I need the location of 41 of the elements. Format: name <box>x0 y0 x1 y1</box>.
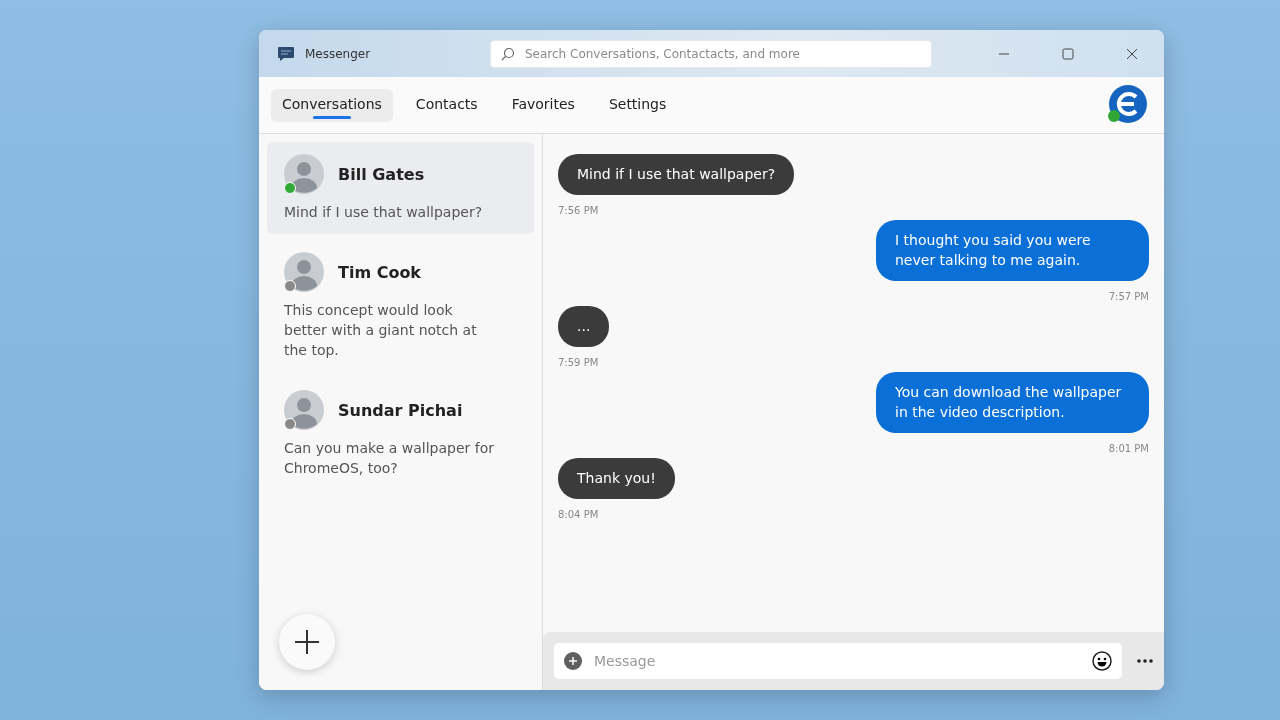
nav-tab[interactable]: Conversations <box>271 88 393 122</box>
search-field[interactable]: Search Conversations, Contactacts, and more <box>523 45 921 62</box>
conversation-item[interactable]: Sundar Pichai Can you make a wallpaper for ChromeOS, too? <box>267 378 534 490</box>
conversation-item[interactable]: Tim Cook This concept would look better with a giant notch at the top. <box>267 240 534 372</box>
message-time: 7:56 PM <box>558 205 600 216</box>
chat-bubble-icon <box>277 45 295 62</box>
message-time: 8:04 PM <box>558 509 600 520</box>
search-bar[interactable]: Search Conversations, Contactacts, and more <box>490 39 932 68</box>
plus-icon <box>294 629 320 655</box>
message-bubble: Mind if I use that wallpaper? <box>558 154 795 195</box>
message-bubble: ... <box>558 306 610 347</box>
new-conversation-button[interactable] <box>279 614 335 670</box>
message-field[interactable]: Message <box>592 652 1082 670</box>
avatar-icon <box>284 252 324 292</box>
message-preview: Can you make a wallpaper for ChromeOS, too? <box>284 439 494 478</box>
message-bubble: I thought you said you were never talking to me again. <box>876 220 1149 281</box>
emoji-icon[interactable] <box>1092 651 1112 671</box>
message-preview: This concept would look better with a giant notch at the top. <box>284 301 478 360</box>
avatar-icon <box>284 154 324 194</box>
contact-name: Bill Gates <box>338 164 425 184</box>
account-icon[interactable] <box>1106 84 1148 126</box>
contact-name: Sundar Pichai <box>338 400 463 420</box>
message-bubble: You can download the wallpaper in the video description. <box>876 372 1149 433</box>
more-icon[interactable] <box>1136 658 1154 664</box>
message-preview: Mind if I use that wallpaper? <box>284 203 484 222</box>
message-time: 8:01 PM <box>1108 443 1149 454</box>
search-icon <box>501 46 515 61</box>
conversation-item[interactable]: Bill Gates Mind if I use that wallpaper? <box>267 142 534 234</box>
message-time: 7:59 PM <box>558 357 600 368</box>
nav-tab[interactable]: Favorites <box>500 88 586 122</box>
window-title: Messenger <box>305 46 372 61</box>
message-bar[interactable]: Message <box>554 643 1122 679</box>
add-icon[interactable] <box>564 652 582 670</box>
maximize-icon <box>1062 47 1074 60</box>
message-time: 7:57 PM <box>1108 291 1149 302</box>
close-icon <box>1126 47 1138 60</box>
message-bubble: Thank you! <box>558 458 675 499</box>
avatar-icon <box>284 390 324 430</box>
nav-tab[interactable]: Settings <box>597 88 678 122</box>
nav-tab[interactable]: Contacts <box>404 88 489 122</box>
contact-name: Tim Cook <box>338 262 421 282</box>
